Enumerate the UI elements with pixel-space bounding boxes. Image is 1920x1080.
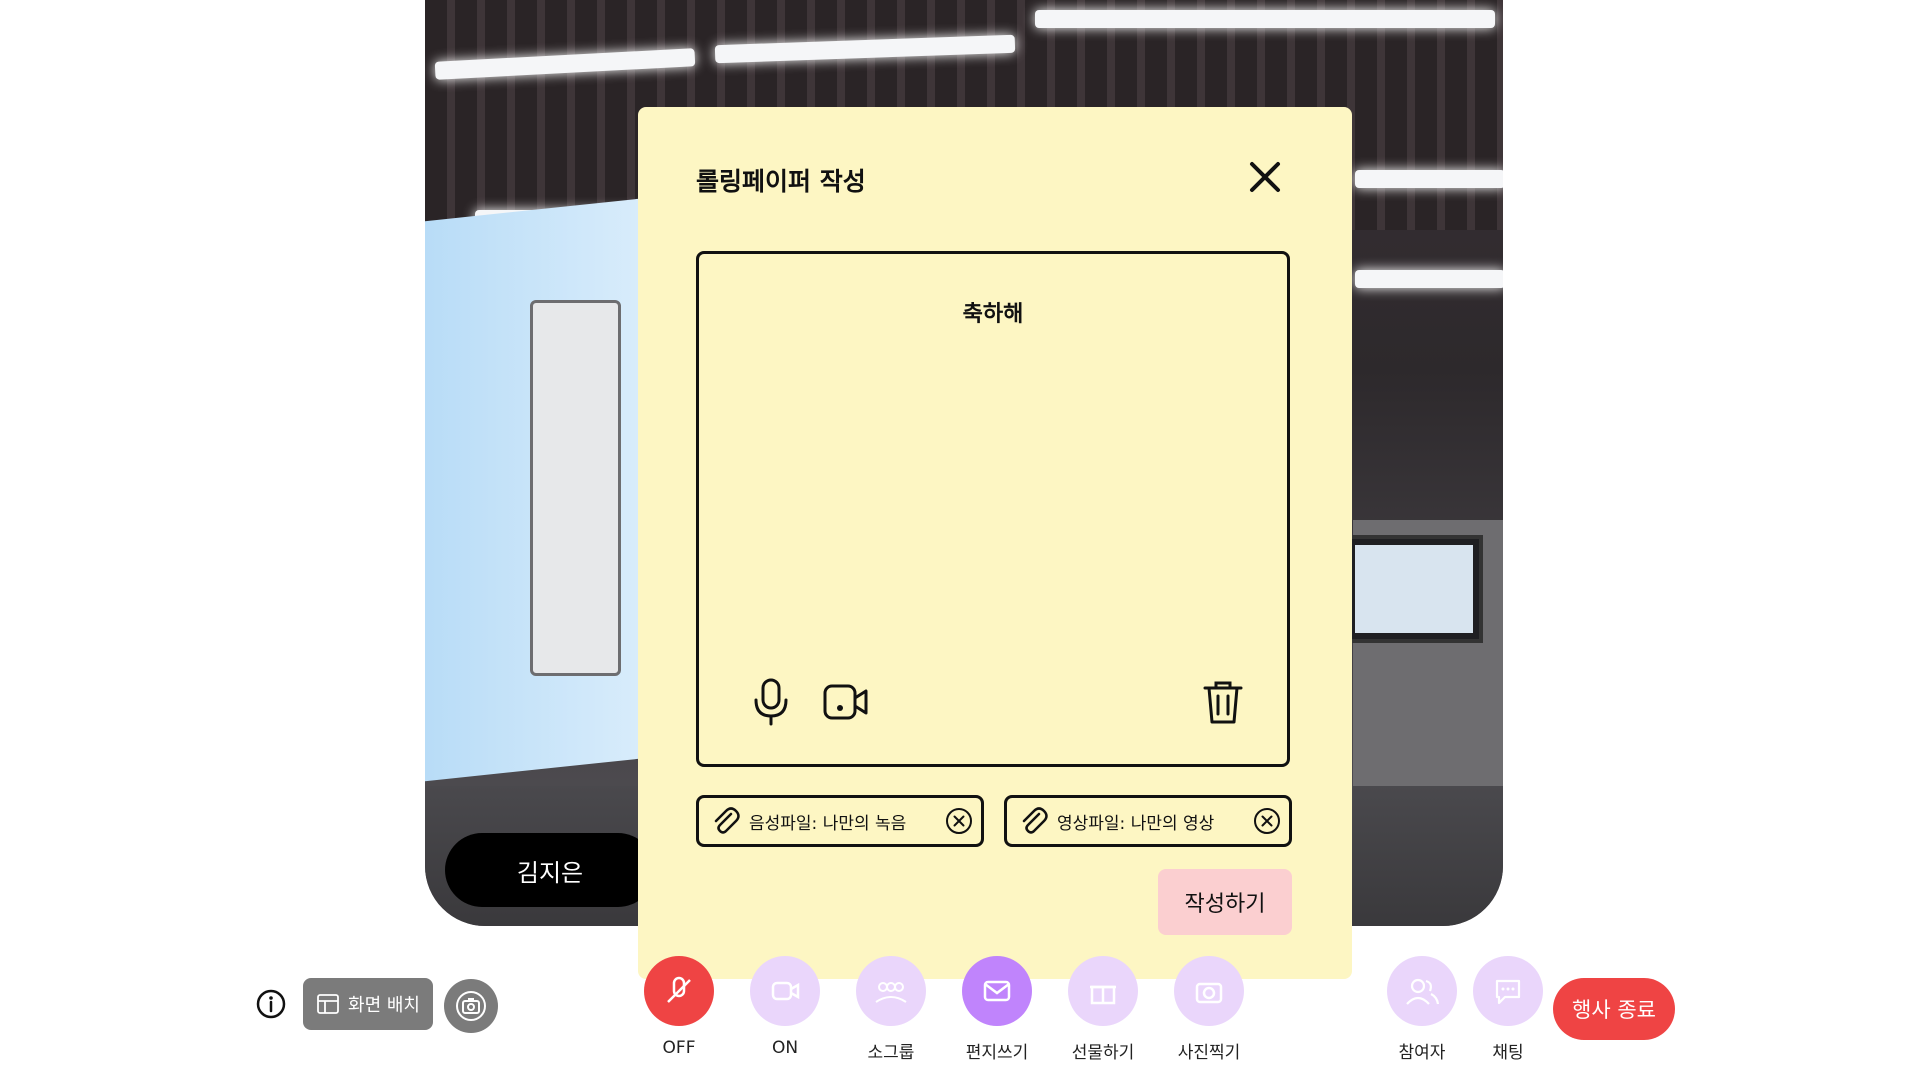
close-icon[interactable] (1245, 157, 1285, 197)
audio-attachment: 음성파일: 나만의 녹음 (696, 795, 984, 847)
video-toggle-label: ON (771, 1038, 799, 1058)
small-group-label: 소그룹 (867, 1043, 915, 1063)
mic-off-icon (644, 956, 714, 1026)
gift-icon (1068, 956, 1138, 1026)
participants-button[interactable]: 참여자 (1377, 956, 1467, 1063)
paperclip-icon (714, 807, 740, 834)
remove-video-icon[interactable] (1253, 807, 1281, 835)
remove-audio-icon[interactable] (945, 807, 973, 835)
chat-icon (1473, 956, 1543, 1026)
modal-title: 롤링페이퍼 작성 (696, 167, 866, 196)
video-toggle-button[interactable]: ON (740, 956, 830, 1058)
participant-name-tag: 김지은 (445, 833, 655, 907)
end-event-button[interactable]: 행사 종료 (1553, 978, 1675, 1040)
participants-icon (1387, 956, 1457, 1026)
take-photo-label: 사진찍기 (1177, 1043, 1241, 1063)
rolling-paper-modal: 롤링페이퍼 작성 축하해 음성파일: 나만의 녹음 영상파일: 나만의 영상 작… (638, 107, 1352, 979)
chat-button[interactable]: 채팅 (1463, 956, 1553, 1063)
screen-layout-button[interactable]: 화면 배치 (303, 978, 433, 1030)
video-attachment-label: 영상파일: 나만의 영상 (1057, 813, 1215, 834)
submit-button[interactable]: 작성하기 (1158, 869, 1292, 935)
gift-label: 선물하기 (1071, 1043, 1135, 1063)
write-letter-label: 편지쓰기 (965, 1043, 1029, 1063)
message-editor[interactable]: 축하해 (696, 251, 1290, 767)
camera-switch-button[interactable] (444, 979, 498, 1033)
message-text[interactable]: 축하해 (699, 296, 1287, 328)
gift-button[interactable]: 선물하기 (1058, 956, 1148, 1063)
camera-icon (1174, 956, 1244, 1026)
info-icon[interactable] (255, 988, 287, 1020)
group-icon (856, 956, 926, 1026)
layout-icon (317, 994, 339, 1014)
paperclip-icon (1022, 807, 1048, 834)
participants-label: 참여자 (1398, 1043, 1446, 1063)
take-photo-button[interactable]: 사진찍기 (1164, 956, 1254, 1063)
ceiling-light (1035, 10, 1495, 28)
screen-layout-label: 화면 배치 (348, 995, 420, 1016)
small-group-button[interactable]: 소그룹 (846, 956, 936, 1063)
write-letter-button[interactable]: 편지쓰기 (952, 956, 1042, 1063)
video-attachment: 영상파일: 나만의 영상 (1004, 795, 1292, 847)
phone-screen (530, 300, 621, 676)
trash-icon[interactable] (1199, 676, 1247, 728)
monitor (1345, 535, 1483, 643)
camera-switch-icon (456, 991, 486, 1021)
microphone-icon[interactable] (747, 676, 795, 728)
mic-toggle-button[interactable]: OFF (634, 956, 724, 1058)
ceiling-light (1355, 170, 1503, 188)
letter-icon (962, 956, 1032, 1026)
video-on-icon (750, 956, 820, 1026)
audio-attachment-label: 음성파일: 나만의 녹음 (749, 813, 907, 834)
mic-toggle-label: OFF (662, 1038, 696, 1058)
chat-label: 채팅 (1492, 1043, 1524, 1063)
video-camera-icon[interactable] (821, 676, 869, 728)
ceiling-light (1355, 270, 1503, 288)
